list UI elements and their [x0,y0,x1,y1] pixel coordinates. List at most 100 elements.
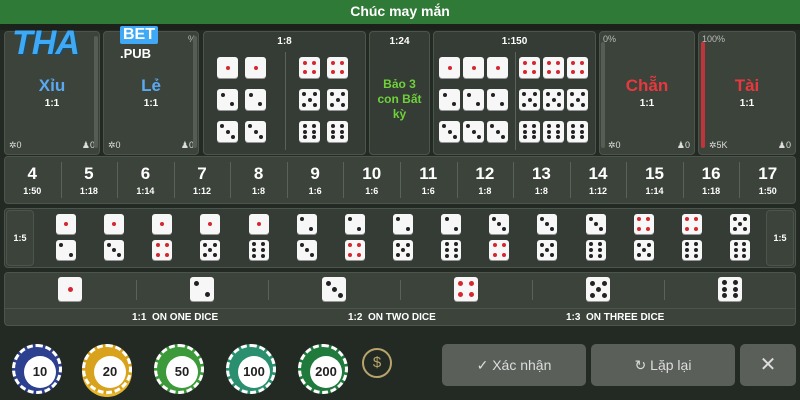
chip-settings-icon[interactable]: $ [362,348,392,378]
combo-5-6-bottom-die [729,240,750,260]
check-icon: ✓ [476,357,493,373]
pip [476,102,481,107]
pip [302,92,307,97]
pip [193,280,199,286]
sum-ratio: 1:12 [192,186,211,196]
combo-2-3-top-die [296,214,317,234]
sum-bet-16[interactable]: 16 1:18 [683,158,740,202]
chip-50[interactable]: 50 [154,344,204,394]
pip [580,60,585,65]
pip [203,243,208,247]
pip [220,92,225,97]
pip [492,243,497,248]
pip [685,248,690,252]
sum-bet-15[interactable]: 15 1:14 [626,158,683,202]
pip [532,129,537,134]
sum-bet-9[interactable]: 9 1:6 [287,158,344,202]
pip [570,70,575,75]
pip [492,252,497,257]
pip [550,243,555,247]
pip [580,92,585,97]
sum-number: 13 [531,164,551,183]
sum-separator [400,162,401,198]
pip [453,253,458,258]
pip [330,102,335,107]
pip [444,248,449,252]
sum-number: 10 [362,164,382,183]
pip [205,292,211,298]
sum-bet-12[interactable]: 12 1:8 [457,158,514,202]
pip [546,123,551,128]
pip [742,253,747,258]
pip [694,242,699,247]
pip [331,286,337,292]
chan-percent: 0% [603,34,617,44]
chip-100[interactable]: 100 [226,344,276,394]
repeat-icon: ↻ [634,357,651,373]
pip [551,97,556,102]
combo-3-4-bottom-die [489,240,510,260]
confirm-button[interactable]: ✓ Xác nhận [442,344,586,386]
combo-ratio-left: 1:5 [6,210,34,266]
logo-main-text: THA [12,24,80,62]
sum-number: 14 [588,164,608,183]
pip [444,217,449,222]
pip [522,135,527,140]
close-button[interactable]: ✕ [740,344,796,386]
chip-200[interactable]: 200 [298,344,348,394]
pip [64,222,69,226]
chip-10[interactable]: 10 [12,344,62,394]
double-2-die-b [245,89,266,110]
pip [256,222,261,226]
pip [406,243,410,247]
pip [570,123,575,128]
bet-chan[interactable]: 0% Chẵn 1:1 ✲0 ♟0 [599,31,695,155]
single-separator [400,280,401,300]
combo-2-6-top-die [441,214,462,234]
sum-separator [739,162,741,198]
pip [722,286,728,292]
label-two-dice: 1:2 ON TWO DICE [348,312,436,323]
pip [230,102,235,107]
sum-bet-7[interactable]: 7 1:12 [174,158,231,202]
sum-bet-4[interactable]: 4 1:50 [4,158,61,202]
logo-suffix: .PUB [120,46,152,61]
sum-bet-8[interactable]: 8 1:8 [230,158,287,202]
single-3-die [322,277,346,301]
pip [601,292,607,298]
pip [471,65,476,70]
sum-separator [343,162,345,198]
sum-bet-5[interactable]: 5 1:18 [61,158,118,202]
bet-tai[interactable]: 100% Tài 1:1 ✲5K ♟0 [698,31,796,155]
pip [732,293,738,299]
pip [589,253,594,258]
sum-bet-6[interactable]: 6 1:14 [117,158,174,202]
chip-20[interactable]: 20 [82,344,132,394]
pip [742,217,747,221]
pip [340,70,345,75]
pip [309,226,314,231]
pip [164,252,169,257]
sum-separator [117,162,119,198]
sum-number: 17 [758,164,778,183]
sum-bet-11[interactable]: 11 1:6 [400,158,457,202]
pip [453,226,458,231]
pip [340,102,345,107]
pip [580,135,585,140]
pip [556,60,561,65]
tai-label: Tài [734,76,760,95]
pip [522,102,527,107]
pip [532,70,537,75]
sum-bet-17[interactable]: 17 1:50 [739,158,796,202]
triple-3-die-1 [463,121,484,142]
sum-bet-14[interactable]: 14 1:12 [570,158,627,202]
pip [694,253,699,258]
triples-divider [515,52,516,150]
bet-any-triple[interactable]: 1:24 Bảo 3 con Bất kỳ [369,31,430,155]
sum-bet-10[interactable]: 10 1:6 [343,158,400,202]
pip [112,248,117,252]
repeat-button[interactable]: ↻ Lặp lại [591,344,735,386]
brand-logo: THA BET .PUB [8,24,198,70]
sum-bet-13[interactable]: 13 1:8 [513,158,570,202]
pip [330,135,335,140]
